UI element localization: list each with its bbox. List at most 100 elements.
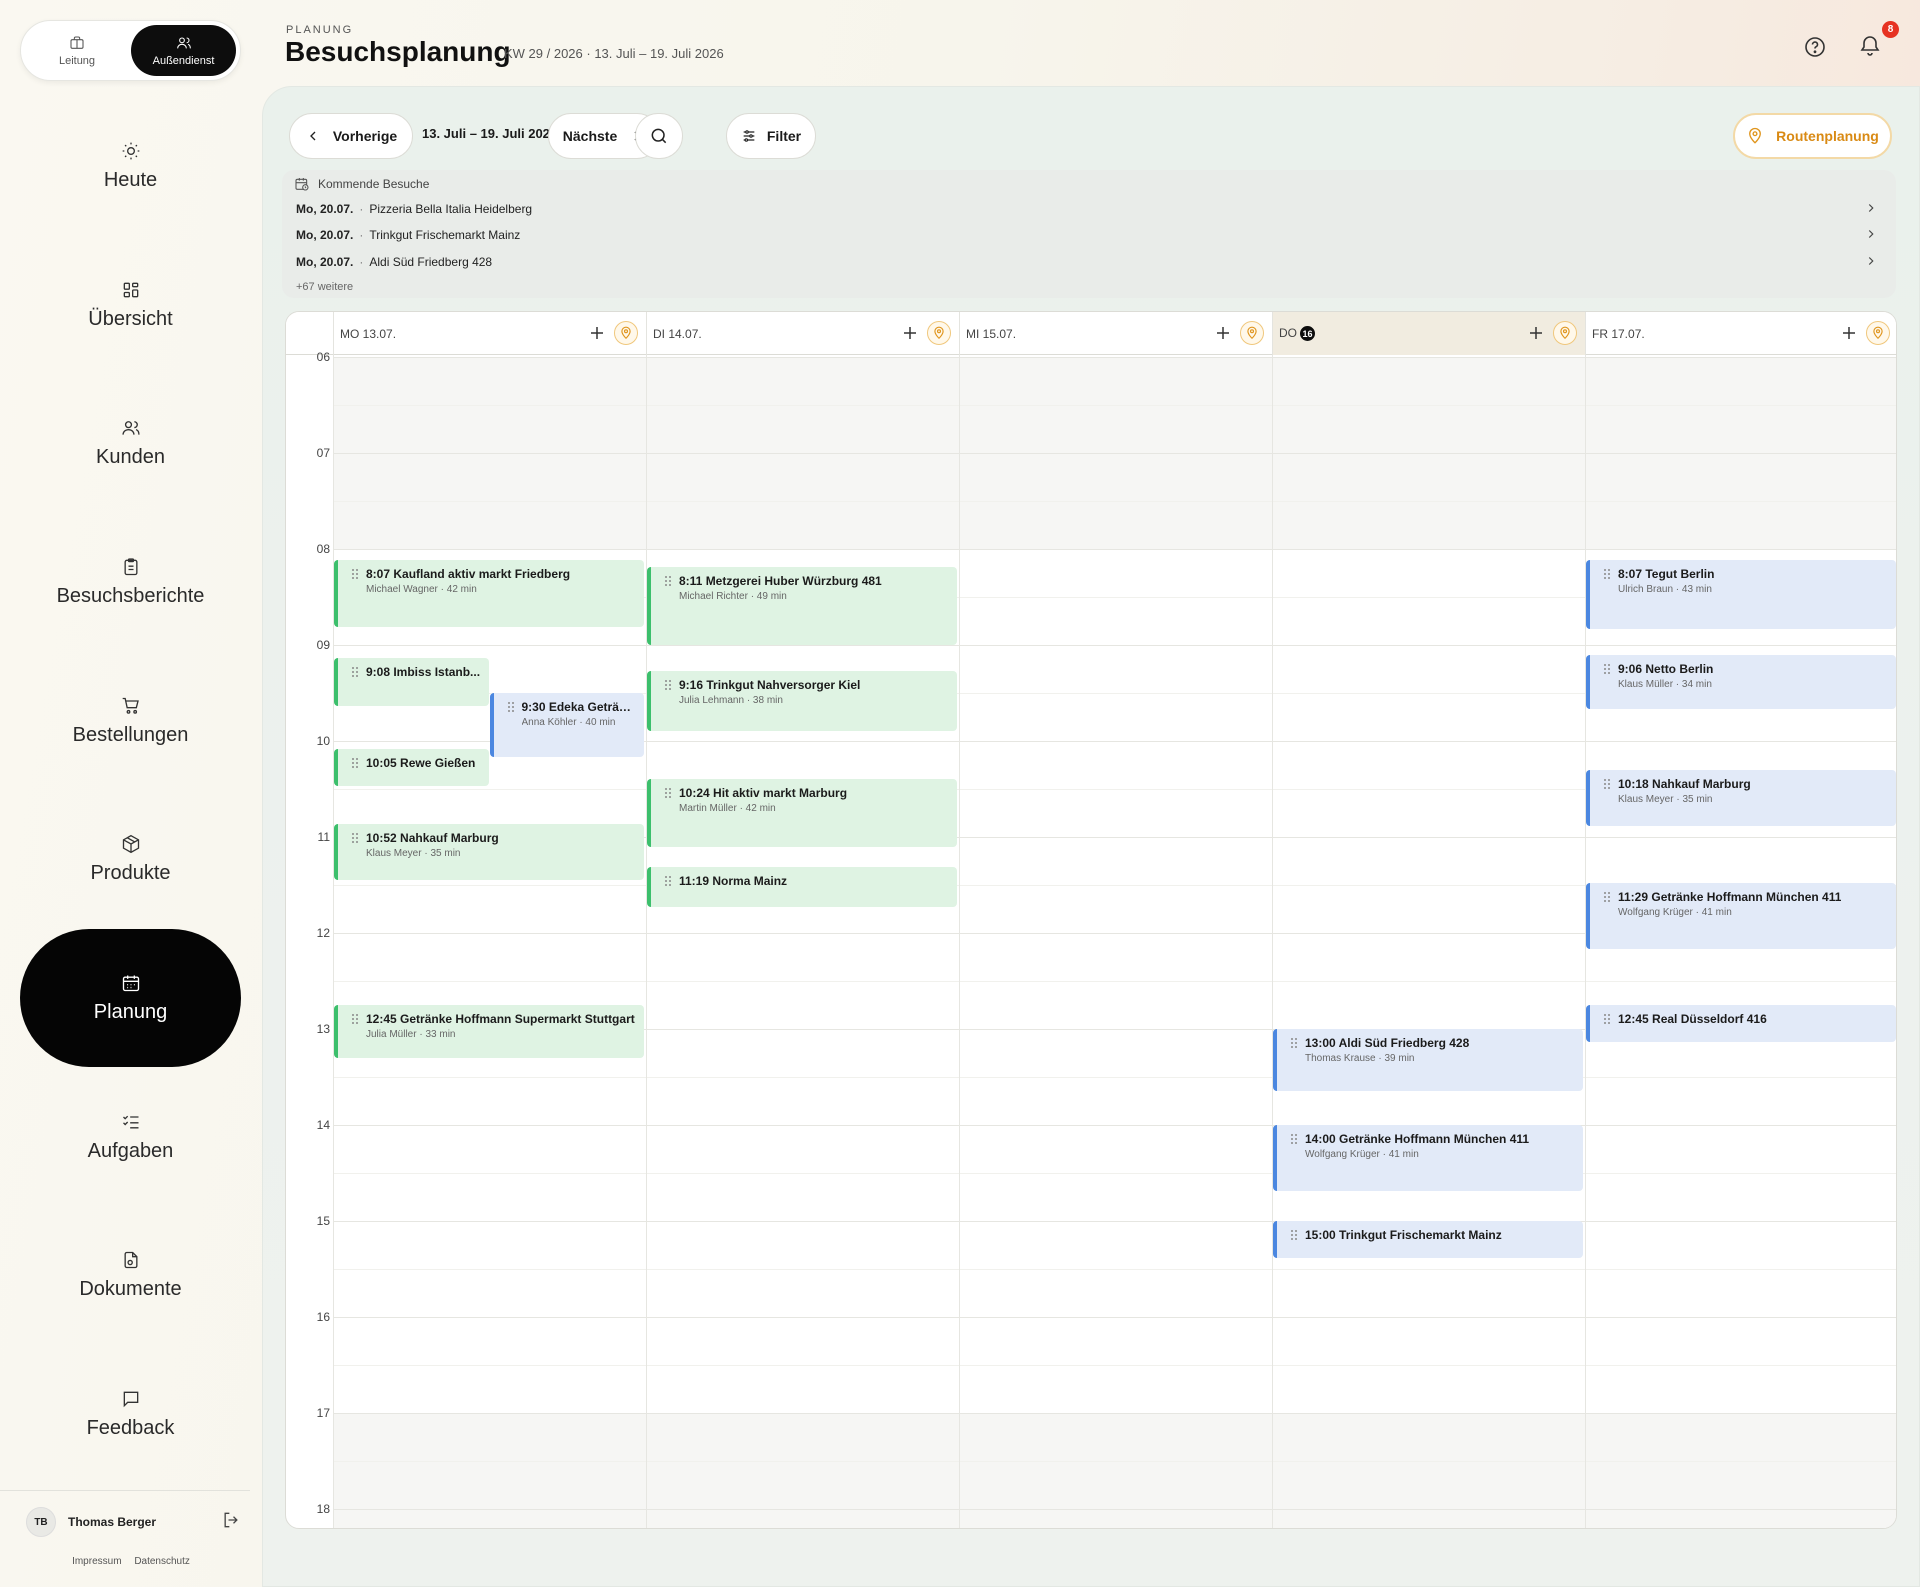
day-header-label: MO 13.07. [340,327,396,341]
calendar-event[interactable]: 15:00 Trinkgut Frischemarkt Mainz [1273,1221,1583,1258]
add-visit-icon[interactable] [1527,324,1545,342]
nav-item-produkte[interactable]: Produkte [20,790,241,928]
drag-handle-icon[interactable] [1290,1229,1298,1241]
logout-button[interactable] [221,1510,241,1535]
drag-handle-icon[interactable] [664,679,672,691]
event-title: 9:08 Imbiss Istanb... [351,665,481,679]
drag-handle-icon[interactable] [351,666,359,678]
map-pin-icon [1560,326,1570,340]
calendar-event[interactable]: 8:07 Tegut Berlin Ulrich Braun · 43 min [1586,560,1896,629]
notifications-button[interactable] [1858,33,1886,61]
upcoming-visit-item[interactable]: Mo, 20.07. · Aldi Süd Friedberg 428 [296,252,1886,272]
upcoming-visits-more-link[interactable]: +67 weitere [296,281,353,293]
event-subtitle: Ulrich Braun · 43 min [1618,584,1712,596]
day-route-button[interactable] [927,321,951,345]
drag-handle-icon[interactable] [1290,1133,1298,1145]
day-route-button[interactable] [1866,321,1890,345]
calendar-event[interactable]: 9:30 Edeka Geträn... Anna Köhler · 40 min [489,693,644,757]
day-route-button[interactable] [614,321,638,345]
impressum-link[interactable]: Impressum [72,1556,121,1567]
add-visit-icon[interactable] [588,324,606,342]
drag-handle-icon[interactable] [1603,891,1611,903]
half-hour-gridline [333,501,1896,502]
nav-item-label: Produkte [90,861,171,884]
add-visit-icon[interactable] [1214,324,1232,342]
drag-handle-icon[interactable] [351,568,359,580]
logout-icon [224,1512,238,1527]
day-column-divider [646,355,647,1528]
nav-item-aufgaben[interactable]: Aufgaben [20,1068,241,1206]
drag-handle-icon[interactable] [664,875,672,887]
documents-icon [124,1251,137,1268]
hour-label: 08 [316,542,330,556]
calendar-event[interactable]: 14:00 Getränke Hoffmann München 411 Wolfg… [1273,1125,1583,1191]
calendar-event[interactable]: 9:06 Netto Berlin Klaus Müller · 34 min [1586,654,1896,709]
nav-item-uebersicht[interactable]: Übersicht [20,236,241,374]
nav-item-heute[interactable]: Heute [20,97,241,235]
nav-item-dokumente[interactable]: Dokumente [20,1206,241,1344]
today-badge: 16 [1300,326,1315,342]
avatar[interactable]: TB [26,1507,56,1537]
drag-handle-icon[interactable] [1603,663,1611,675]
calendar-event[interactable]: 10:18 Nahkauf Marburg Klaus Meyer · 35 mi… [1586,769,1896,826]
calendar-event[interactable]: 13:00 Aldi Süd Friedberg 428 Thomas Kraus… [1273,1029,1583,1092]
drag-handle-icon[interactable] [1290,1037,1298,1049]
role-aussendienst-button[interactable]: Außendienst [131,25,236,76]
separator: · [359,255,364,269]
drag-handle-icon[interactable] [1603,778,1611,790]
day-header-mi: MI 15.07. [959,312,1272,355]
filter-button[interactable]: Filter [726,113,816,159]
drag-handle-icon[interactable] [1603,1013,1611,1025]
drag-handle-icon[interactable] [664,575,672,587]
drag-handle-icon[interactable] [1603,568,1611,580]
user-name: Thomas Berger [68,1515,157,1529]
drag-handle-icon[interactable] [351,1013,359,1025]
event-title: 13:00 Aldi Süd Friedberg 428 [1290,1036,1575,1050]
hour-gridline [333,1317,1896,1318]
event-subtitle: Martin Müller · 42 min [679,803,776,815]
drag-handle-icon[interactable] [507,701,515,713]
day-route-button[interactable] [1240,321,1264,345]
calendar-event[interactable]: 11:29 Getränke Hoffmann München 411 Wolfg… [1586,883,1896,949]
drag-handle-icon[interactable] [351,832,359,844]
prev-week-button[interactable]: Vorherige [289,113,413,159]
drag-handle-icon[interactable] [664,787,672,799]
event-title: 14:00 Getränke Hoffmann München 411 [1290,1132,1575,1146]
sidebar: Leitung Außendienst Heute Übersicht Kund… [0,0,262,1587]
role-leitung-label: Leitung [58,54,96,67]
datenschutz-link[interactable]: Datenschutz [134,1556,190,1567]
chevron-right-icon [1868,204,1874,212]
calendar-event[interactable]: 9:16 Trinkgut Nahversorger Kiel Julia Leh… [647,670,957,732]
calendar-event[interactable]: 12:45 Real Düsseldorf 416 [1586,1005,1896,1042]
calendar-event[interactable]: 12:45 Getränke Hoffmann Supermarkt Stutt… [334,1005,644,1058]
calendar-icon [122,975,139,991]
calendar-event[interactable]: 10:05 Rewe Gießen [334,749,489,786]
upcoming-visit-item[interactable]: Mo, 20.07. · Trinkgut Frischemarkt Mainz [296,225,1886,245]
calendar-event[interactable]: 8:07 Kaufland aktiv markt Friedberg Micha… [334,560,644,628]
nav-item-kunden[interactable]: Kunden [20,374,241,512]
event-title-text: 15:00 Trinkgut Frischemarkt Mainz [1305,1228,1502,1242]
role-leitung-button[interactable]: Leitung [27,25,127,76]
add-visit-icon[interactable] [1840,324,1858,342]
add-visit-icon[interactable] [901,324,919,342]
search-button[interactable] [635,113,683,159]
nav-item-bestellungen[interactable]: Bestellungen [20,652,241,790]
calendar-event[interactable]: 10:24 Hit aktiv markt Marburg Martin Müll… [647,779,957,847]
calendar-event[interactable]: 8:11 Metzgerei Huber Würzburg 481 Michael… [647,566,957,645]
day-route-button[interactable] [1553,321,1577,345]
route-planning-button[interactable]: Routenplanung [1733,113,1892,159]
sidebar-divider [0,1490,250,1491]
nav-item-besuchsberichte[interactable]: Besuchsberichte [20,513,241,651]
calendar-event[interactable]: 10:52 Nahkauf Marburg Klaus Meyer · 35 mi… [334,824,644,881]
nav-item-feedback[interactable]: Feedback [20,1345,241,1483]
upcoming-visit-date: Mo, 20.07. [296,228,354,242]
event-title: 8:07 Kaufland aktiv markt Friedberg [351,567,636,581]
event-subtitle: Anna Köhler · 40 min [521,717,616,728]
help-button[interactable] [1803,35,1829,61]
upcoming-visit-item[interactable]: Mo, 20.07. · Pizzeria Bella Italia Heidel… [296,199,1886,219]
calendar-event[interactable]: 11:19 Norma Mainz [647,867,957,908]
event-title-text: 11:19 Norma Mainz [679,874,788,889]
calendar-event[interactable]: 9:08 Imbiss Istanb... [334,657,489,706]
nav-item-planung[interactable]: Planung [20,929,241,1067]
drag-handle-icon[interactable] [351,757,359,769]
